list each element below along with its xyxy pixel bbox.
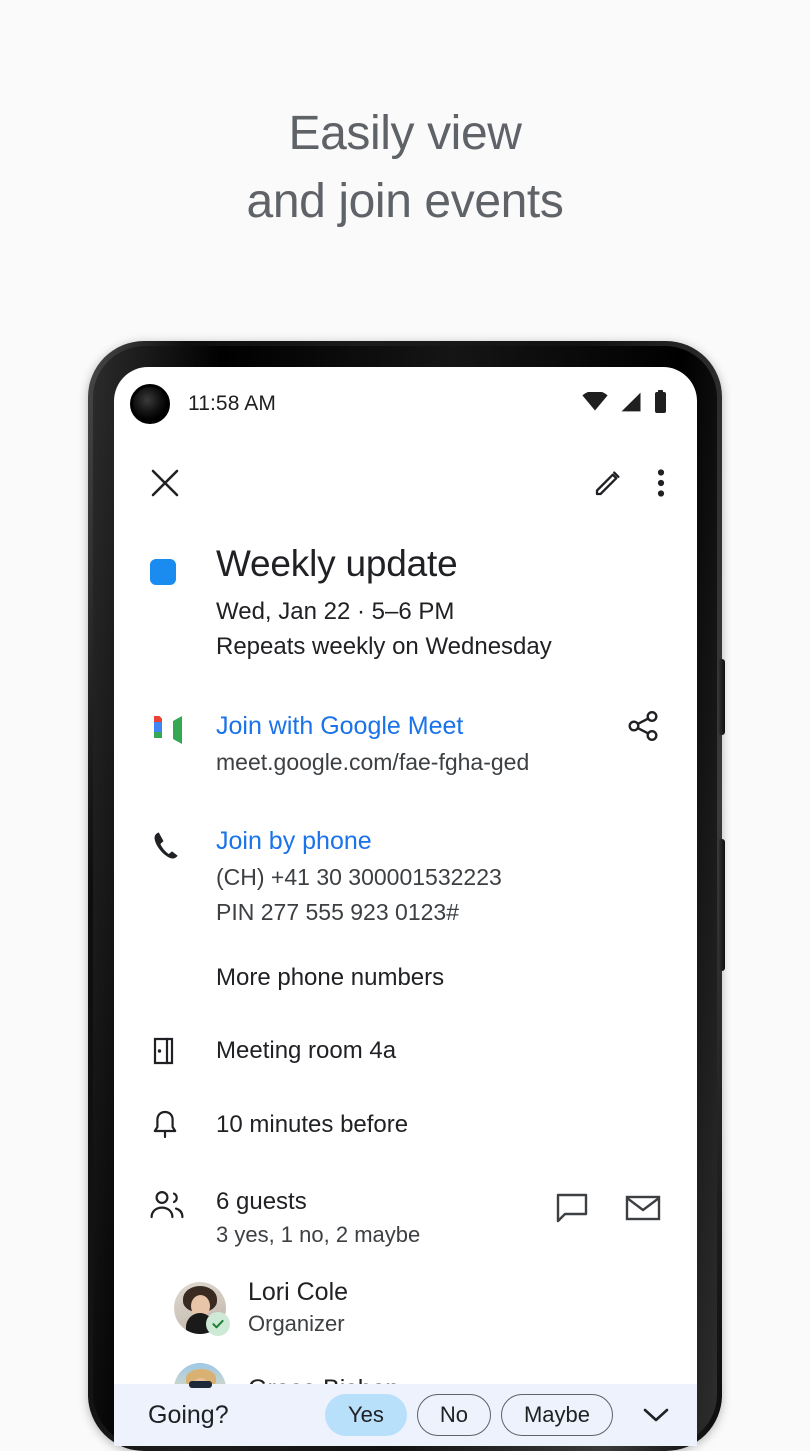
- more-phone-numbers-link[interactable]: More phone numbers: [216, 962, 661, 994]
- rsvp-yes-button[interactable]: Yes: [325, 1394, 407, 1436]
- headline-line-1: Easily view: [289, 107, 522, 160]
- guests-row: 6 guests 3 yes, 1 no, 2 maybe: [150, 1186, 661, 1250]
- phone-pin: PIN 277 555 923 0123#: [216, 896, 661, 928]
- guest-name: Lori Cole: [248, 1276, 348, 1308]
- calendar-color-chip: [150, 559, 176, 585]
- google-meet-url: meet.google.com/fae-fgha-ged: [216, 746, 627, 778]
- rsvp-prompt: Going?: [148, 1401, 229, 1430]
- page-headline: Easily view and join events: [0, 100, 810, 236]
- event-title-row: Weekly update Wed, Jan 22 · 5–6 PM Repea…: [150, 541, 661, 663]
- meeting-room-row[interactable]: Meeting room 4a: [150, 1034, 661, 1068]
- edit-pencil-icon[interactable]: [593, 468, 623, 498]
- more-options-icon[interactable]: [657, 468, 665, 498]
- event-color-icon: [150, 541, 200, 585]
- phone-device-frame: 11:58 AM: [88, 341, 722, 1451]
- guests-body: 6 guests 3 yes, 1 no, 2 maybe: [200, 1186, 555, 1250]
- notification-row[interactable]: 10 minutes before: [150, 1108, 661, 1142]
- phone-screen: 11:58 AM: [114, 367, 697, 1446]
- close-icon[interactable]: [150, 468, 180, 498]
- rsvp-maybe-button[interactable]: Maybe: [501, 1394, 613, 1436]
- status-bar-icons: [582, 390, 667, 418]
- headline-line-2: and join events: [0, 168, 810, 236]
- guests-breakdown: 3 yes, 1 no, 2 maybe: [216, 1220, 555, 1250]
- meeting-room-body: Meeting room 4a: [200, 1034, 661, 1068]
- join-by-phone-row: Join by phone (CH) +41 30 300001532223 P…: [150, 824, 661, 928]
- chevron-down-icon[interactable]: [641, 1405, 671, 1425]
- phone-number: (CH) +41 30 300001532223: [216, 861, 661, 893]
- status-bar: 11:58 AM: [114, 367, 697, 441]
- email-icon[interactable]: [625, 1194, 661, 1227]
- list-item[interactable]: Lori Cole Organizer: [174, 1276, 661, 1339]
- front-camera-icon: [130, 384, 170, 424]
- rsvp-options: Yes No Maybe: [325, 1394, 671, 1436]
- room-icon: [150, 1035, 200, 1067]
- status-bar-time: 11:58 AM: [188, 392, 276, 416]
- google-meet-body: Join with Google Meet meet.google.com/fa…: [200, 709, 627, 778]
- join-by-phone-body: Join by phone (CH) +41 30 300001532223 P…: [200, 824, 661, 928]
- rsvp-bar: Going? Yes No Maybe: [114, 1384, 697, 1446]
- event-recurrence: Repeats weekly on Wednesday: [216, 631, 661, 663]
- share-icon[interactable]: [627, 709, 661, 748]
- phone-icon: [150, 824, 200, 862]
- event-title-body: Weekly update Wed, Jan 22 · 5–6 PM Repea…: [200, 541, 661, 663]
- event-toolbar: [114, 441, 697, 525]
- google-meet-icon: [150, 709, 200, 747]
- bell-icon: [150, 1109, 200, 1141]
- guests-icon: [150, 1186, 200, 1220]
- guest-role: Organizer: [248, 1309, 348, 1339]
- notification-body: 10 minutes before: [200, 1108, 661, 1142]
- wifi-icon: [582, 392, 608, 416]
- rsvp-accepted-badge: [206, 1312, 230, 1336]
- cell-signal-icon: [620, 392, 642, 417]
- event-date-time: Wed, Jan 22 · 5–6 PM: [216, 596, 661, 628]
- join-by-phone-link[interactable]: Join by phone: [216, 824, 661, 858]
- rsvp-no-button[interactable]: No: [417, 1394, 491, 1436]
- event-details-content: Weekly update Wed, Jan 22 · 5–6 PM Repea…: [114, 541, 697, 1415]
- notification-label: 10 minutes before: [216, 1108, 661, 1142]
- event-title: Weekly update: [216, 541, 661, 587]
- google-meet-actions: [627, 709, 661, 748]
- meeting-room-label: Meeting room 4a: [216, 1034, 661, 1068]
- guests-actions: [555, 1186, 661, 1229]
- power-button[interactable]: [719, 659, 725, 735]
- chat-icon[interactable]: [555, 1192, 589, 1229]
- guest-meta: Lori Cole Organizer: [248, 1276, 348, 1339]
- google-meet-row: Join with Google Meet meet.google.com/fa…: [150, 709, 661, 778]
- volume-button[interactable]: [719, 839, 725, 971]
- battery-icon: [654, 390, 667, 418]
- phone-bezel: 11:58 AM: [93, 346, 717, 1446]
- guests-count: 6 guests: [216, 1186, 555, 1218]
- avatar: [174, 1282, 226, 1334]
- join-with-google-meet-link[interactable]: Join with Google Meet: [216, 709, 627, 743]
